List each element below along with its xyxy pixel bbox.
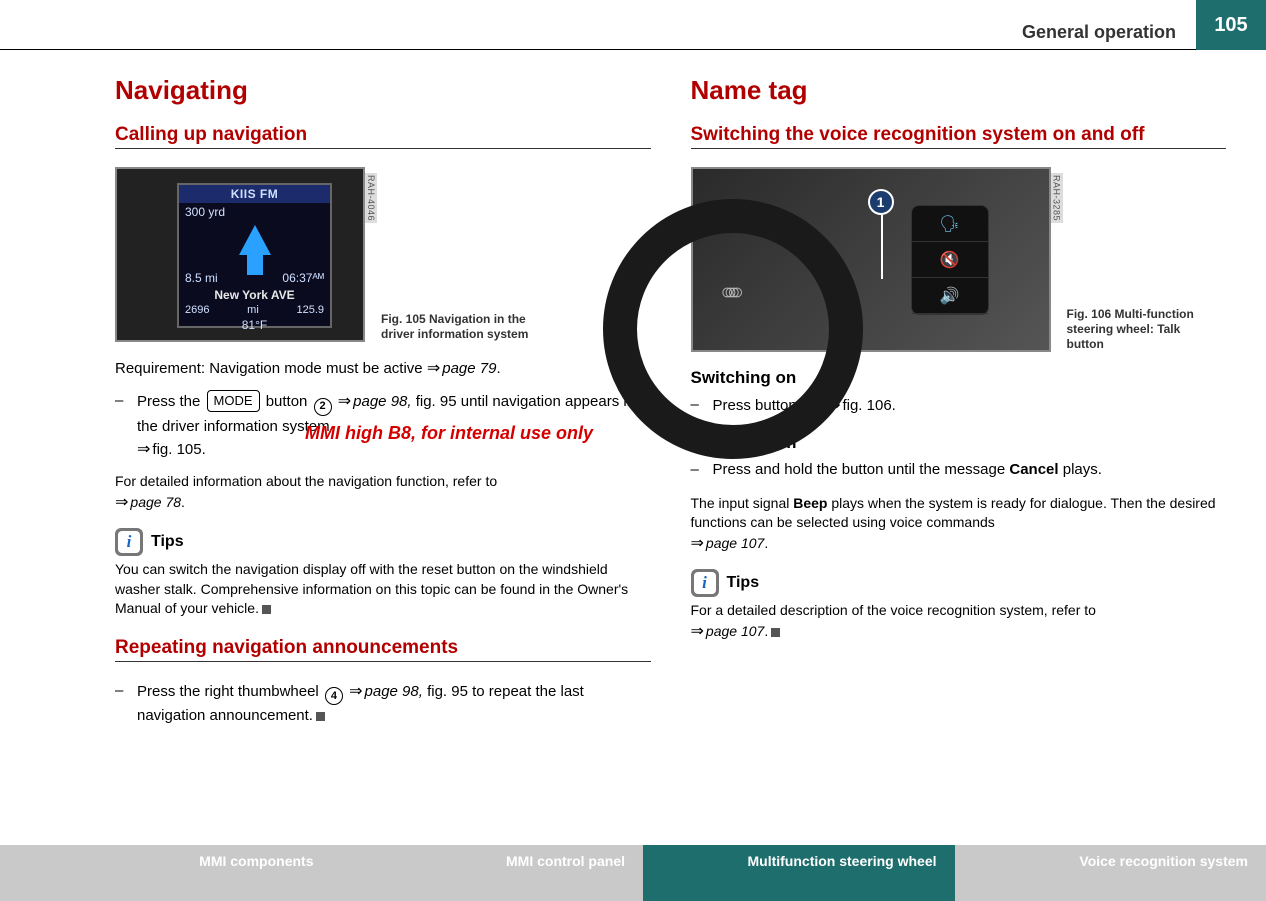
watermark: MMI high B8, for internal use only [305,423,593,444]
mute-button-icon: 🔇 [912,242,988,278]
info-icon: i [115,528,143,556]
requirement-text: Requirement: Navigation mode must be act… [115,358,651,380]
top-bar: General operation 105 [0,0,1266,50]
heading-name-tag: Name tag [691,75,1227,106]
heading-switching-voice: Switching the voice recognition system o… [691,124,1227,149]
arrow-ref-icon: ⇒ [691,623,704,640]
driver-info-screen: KIIS FM 300 yrd 8.5 mi 06:37ᴬᴹ New York … [177,183,332,328]
arrow-ref-icon: ⇒ [115,494,128,511]
nav-odo-unit: mi [247,304,259,316]
info-icon: i [691,569,719,597]
step-switch-off: – Press and hold the button until the me… [691,459,1227,482]
section-end-icon [316,712,325,721]
figure-106-row: ○○○○ 🗣 🔇 🔊 1 RAH-3285 Fig. 106 Multi-fun… [691,167,1227,352]
nav-odo: 2696 [185,304,209,316]
callout-leader-line [881,215,883,279]
steering-ring-icon [603,199,863,459]
heading-calling-up-navigation: Calling up navigation [115,124,651,149]
footer-tabs: MMI components MMI control panel Multifu… [0,845,1266,901]
figure-105: KIIS FM 300 yrd 8.5 mi 06:37ᴬᴹ New York … [115,167,365,342]
content-area: Navigating Calling up navigation KIIS FM… [115,75,1226,738]
list-dash-icon: – [691,459,713,482]
talk-button-icon: 🗣 [912,206,988,242]
tips-heading: i Tips [115,528,651,556]
section-end-icon [771,628,780,637]
nav-dist-ahead: 300 yrd [185,205,225,219]
figure-105-row: KIIS FM 300 yrd 8.5 mi 06:37ᴬᴹ New York … [115,167,651,342]
beep-paragraph: The input signal Beep plays when the sys… [691,494,1227,556]
steering-wheel-photo: ○○○○ 🗣 🔇 🔊 1 [693,169,1049,350]
nav-direction-arrow-icon [239,225,271,255]
figure-106-caption: Fig. 106 Multi-function steering wheel: … [1067,307,1217,352]
section-title: General operation [1022,22,1176,43]
arrow-ref-icon: ⇒ [349,683,362,700]
list-dash-icon: – [115,390,137,462]
nav-freq: 125.9 [296,304,324,316]
section-end-icon [262,605,271,614]
figure-106: ○○○○ 🗣 🔇 🔊 1 RAH-3285 [691,167,1051,352]
tab-voice-recognition-system[interactable]: Voice recognition system [955,845,1266,901]
tab-multifunction-steering-wheel[interactable]: Multifunction steering wheel [643,845,955,901]
mode-button-label: MODE [207,390,260,412]
callout-1-badge: 1 [868,189,894,215]
figure-105-ref: RAH-4046 [365,173,377,223]
tab-mmi-control-panel[interactable]: MMI control panel [332,845,644,901]
callout-2-icon: 2 [314,398,332,416]
nav-station: KIIS FM [179,185,330,203]
arrow-ref-icon: ⇒ [427,360,440,377]
nav-street: New York AVE [179,287,330,303]
volume-button-icon: 🔊 [912,278,988,314]
footer-spacer [0,845,20,901]
figure-105-caption: Fig. 105 Navigation in the driver inform… [381,312,531,342]
audi-logo-icon: ○○○○ [721,279,734,305]
arrow-ref-icon: ⇒ [338,393,351,410]
heading-repeating-announcements: Repeating navigation announcements [115,637,651,662]
nav-temp: 81°F [179,317,330,333]
list-dash-icon: – [115,680,137,728]
heading-navigating: Navigating [115,75,651,106]
right-column: Name tag Switching the voice recognition… [691,75,1227,738]
tips-heading-right: i Tips [691,569,1227,597]
nav-total-dist: 8.5 mi [185,271,218,285]
step-press-thumbwheel: – Press the right thumbwheel 4 ⇒page 98,… [115,680,651,728]
tips-text: You can switch the navigation display of… [115,560,651,619]
tab-mmi-components[interactable]: MMI components [20,845,332,901]
arrow-ref-icon: ⇒ [691,535,704,552]
tips-text-right: For a detailed description of the voice … [691,601,1227,643]
figure-106-ref: RAH-3285 [1051,173,1063,223]
detail-info-text: For detailed information about the navig… [115,472,651,514]
page-number: 105 [1196,0,1266,50]
nav-eta: 06:37ᴬᴹ [282,271,324,285]
wheel-button-cluster: 🗣 🔇 🔊 [911,205,989,315]
callout-4-icon: 4 [325,687,343,705]
arrow-ref-icon: ⇒ [137,441,150,458]
left-column: Navigating Calling up navigation KIIS FM… [115,75,651,738]
